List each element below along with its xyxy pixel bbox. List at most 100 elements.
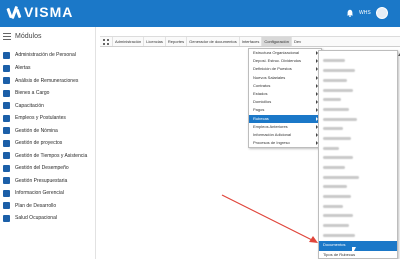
submenu-item[interactable] — [319, 231, 397, 241]
sidebar-item-gestion-de-nomina[interactable]: Gestión de Nómina — [0, 125, 96, 138]
budget-icon — [3, 177, 10, 185]
menu-item-procesos-de-ingreso[interactable]: Procesos de Ingreso — [249, 139, 321, 147]
clock-icon — [3, 152, 10, 160]
menu-item-pagos[interactable]: Pagos — [249, 106, 321, 114]
tab-configuracion[interactable]: Configuración — [261, 37, 292, 46]
bell-icon — [3, 64, 10, 72]
submenu-item[interactable] — [319, 96, 397, 106]
sidebar-item-label: Gestión de Nómina — [15, 127, 58, 134]
sidebar-item-label: Plan de Desarrollo — [15, 202, 57, 209]
menu-item-definicion-de-puestos[interactable]: Definición de Puestos — [249, 65, 321, 73]
hamburger-menu-icon[interactable] — [3, 33, 11, 40]
sidebar-item-bienes-a-cargo[interactable]: Bienes a Cargo — [0, 87, 96, 100]
sidebar-item-gestion-presupuestaria[interactable]: Gestión Presupuestaria — [0, 175, 96, 188]
sidebar-item-informacion-gerencial[interactable]: Informacion Gerencial — [0, 187, 96, 200]
submenu-item[interactable] — [319, 222, 397, 232]
submenu-item[interactable] — [319, 105, 397, 115]
sidebar-item-label: Bienes a Cargo — [15, 90, 50, 97]
submenu-item[interactable] — [319, 67, 397, 77]
sidebar-item-administracion-de-personal[interactable]: Administración de Personal — [0, 49, 96, 62]
tab-reportes[interactable]: Reportes — [164, 37, 186, 46]
tab-generador-de-documentos[interactable]: Generador de documentos — [186, 37, 239, 46]
performance-icon — [3, 164, 10, 172]
sidebar-item-analisis-de-remuneraciones[interactable]: Análisis de Remuneraciones — [0, 75, 96, 88]
sidebar-item-label: Gestión del Desempeño — [15, 165, 69, 172]
app-header: VISMA WHS — [0, 0, 400, 27]
menu-item-label: Deposi. Estruc. Dividendos — [253, 58, 302, 64]
sidebar-item-label: Administración de Personal — [15, 52, 76, 59]
submenu-item[interactable] — [319, 212, 397, 222]
submenu-item-label: Documentos — [323, 242, 346, 248]
plan-icon — [3, 202, 10, 210]
sidebar-item-empleos-y-postulantes[interactable]: Empleos y Postulantes — [0, 112, 96, 125]
menu-item-label: Contratos — [253, 82, 271, 88]
sidebar-item-gestion-de-proyectos[interactable]: Gestión de proyectos — [0, 137, 96, 150]
sidebar-item-plan-de-desarrollo[interactable]: Plan de Desarrollo — [0, 200, 96, 213]
submenu-item[interactable] — [319, 135, 397, 145]
sidebar-item-label: Gestión Presupuestaria — [15, 177, 68, 184]
mouse-cursor-icon — [352, 247, 360, 255]
rubecas-submenu: Documentos Tipos de Rubecas — [318, 50, 398, 259]
module-tab-bar: Administración Licencias Reportes Genera… — [100, 36, 400, 47]
submenu-item[interactable] — [319, 154, 397, 164]
submenu-item[interactable] — [319, 193, 397, 203]
submenu-item[interactable] — [319, 183, 397, 193]
tab-licencias[interactable]: Licencias — [143, 37, 165, 46]
payroll-icon — [3, 127, 10, 135]
submenu-item[interactable] — [319, 57, 397, 67]
sidebar-item-label: Informacion Gerencial — [15, 190, 64, 197]
menu-item-label: Estados — [253, 90, 268, 96]
menu-item-rubecas[interactable]: Rubecas — [249, 114, 321, 123]
menu-item-label: Nuevos Salariales — [253, 74, 286, 80]
visma-logo[interactable]: VISMA — [6, 5, 73, 20]
graduation-icon — [3, 102, 10, 110]
configuracion-menu: Estructura Organizacional Deposi. Estruc… — [248, 48, 322, 149]
sidebar-item-salud-ocupacional[interactable]: Salud Ocupacional — [0, 212, 96, 225]
submenu-item-label: Tipos de Rubecas — [323, 251, 356, 257]
tab-dev[interactable]: Dev — [291, 37, 303, 46]
submenu-item[interactable] — [319, 76, 397, 86]
submenu-item[interactable] — [319, 115, 397, 125]
menu-item-estados[interactable]: Estados — [249, 90, 321, 98]
menu-item-domicilios[interactable]: Domicilios — [249, 98, 321, 106]
sidebar-item-capacitacion[interactable]: Capacitación — [0, 100, 96, 113]
tab-administracion[interactable]: Administración — [112, 37, 143, 46]
menu-item-label: Pagos — [253, 107, 265, 113]
sidebar-item-label: Salud Ocupacional — [15, 215, 57, 222]
user-avatar[interactable] — [376, 7, 388, 19]
menu-item-nuevos-salariales[interactable]: Nuevos Salariales — [249, 74, 321, 82]
submenu-item[interactable] — [319, 144, 397, 154]
menu-item-informacion-adicional[interactable]: Información Adicional — [249, 131, 321, 139]
notification-bell-icon[interactable] — [346, 9, 354, 17]
chart-icon — [3, 77, 10, 85]
sidebar-title: Módulos — [15, 33, 42, 40]
user-initials[interactable]: WHS — [359, 9, 371, 17]
sidebar-item-label: Empleos y Postulantes — [15, 115, 66, 122]
submenu-item[interactable] — [319, 164, 397, 174]
menu-item-contratos[interactable]: Contratos — [249, 82, 321, 90]
menu-item-deposi-estruc-dividendos[interactable]: Deposi. Estruc. Dividendos — [249, 57, 321, 65]
sidebar-item-gestion-del-desempeno[interactable]: Gestión del Desempeño — [0, 162, 96, 175]
menu-item-label: Rubecas — [253, 115, 269, 121]
submenu-item[interactable] — [319, 202, 397, 212]
sidebar-item-label: Análisis de Remuneraciones — [15, 77, 79, 84]
sidebar-item-gestion-de-tiempos-y-asistencia[interactable]: Gestión de Tiempos y Asistencia — [0, 150, 96, 163]
menu-item-estructura-organizacional[interactable]: Estructura Organizacional — [249, 49, 321, 57]
grid-icon[interactable] — [100, 37, 112, 46]
menu-item-label: Procesos de Ingreso — [253, 140, 290, 146]
tab-interfaces[interactable]: Interfaces — [238, 37, 262, 46]
sidebar-header[interactable]: Módulos — [3, 33, 41, 40]
sidebar-item-label: Gestión de Tiempos y Asistencia — [15, 152, 88, 159]
menu-item-label: Estructura Organizacional — [253, 50, 300, 55]
box-icon — [3, 89, 10, 97]
menu-item-label: Domicilios — [253, 99, 272, 105]
health-icon — [3, 214, 10, 222]
modules-sidebar: Módulos Administración de Personal Alert… — [0, 27, 96, 259]
submenu-item[interactable] — [319, 125, 397, 135]
sidebar-item-alertas[interactable]: Alertas — [0, 62, 96, 75]
info-icon — [3, 189, 10, 197]
submenu-item[interactable] — [319, 86, 397, 96]
menu-item-empleos-anteriores[interactable]: Empleos Anteriores — [249, 123, 321, 131]
sidebar-item-label: Alertas — [15, 65, 31, 72]
submenu-item[interactable] — [319, 173, 397, 183]
